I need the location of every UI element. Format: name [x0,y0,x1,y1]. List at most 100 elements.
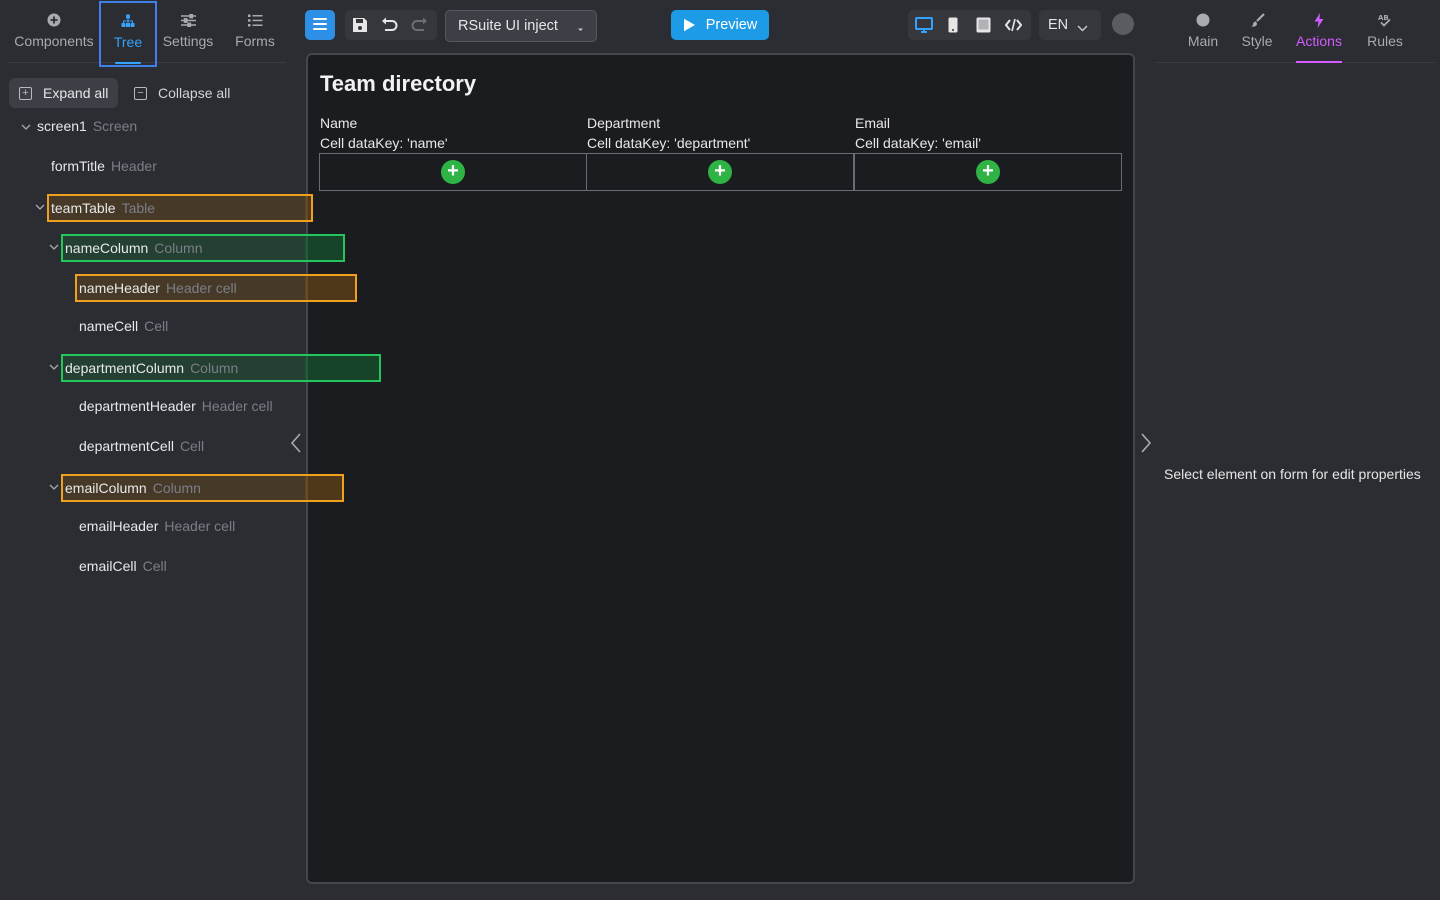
table-column-email[interactable]: Email Cell dataKey: 'email' + [854,113,1122,191]
tab-settings[interactable]: Settings [158,0,218,63]
collapse-all-button[interactable]: − Collapse all [126,78,246,108]
tree-highlight-overflow [305,474,344,502]
form-canvas[interactable]: Team directory Name Cell dataKey: 'name'… [306,53,1135,884]
tree-highlight-overflow [305,194,313,222]
menu-button[interactable] [305,10,335,40]
tab-forms[interactable]: Forms [226,0,284,63]
properties-empty-hint: Select element on form for edit properti… [1164,466,1421,482]
tree-node-nameColumn[interactable]: nameColumn Column [61,234,345,262]
collapse-right-panel-icon[interactable] [1138,432,1154,454]
tree-node-screen1[interactable]: screen1 Screen [37,113,137,139]
tree-node-teamTable[interactable]: teamTable Table [47,194,313,222]
plus-circle-icon [47,12,61,28]
chevron-down-icon[interactable] [49,242,59,252]
right-tab-bar: Main Style Actions AB Rules [1155,0,1435,63]
tree-node-type: Header [110,158,157,174]
left-tab-bar: Components Tree Settings Forms [8,0,286,67]
chevron-down-icon[interactable] [35,202,45,212]
chevron-down-icon[interactable] [21,122,31,132]
tree-node-type: Header cell [201,398,273,414]
active-tab-indicator [1296,61,1342,63]
tree-node-emailHeader[interactable]: emailHeader Header cell [79,513,235,539]
tree-node-type: Cell [144,318,169,334]
collapse-left-panel-icon[interactable] [288,432,304,454]
column-cell-key[interactable]: Cell dataKey: 'name' [319,133,587,153]
column-drop-zone: + [854,153,1122,191]
form-title[interactable]: Team directory [320,71,476,97]
tree-node-type: Column [190,360,239,376]
tree-node-name: teamTable [51,200,116,216]
column-cell-key[interactable]: Cell dataKey: 'email' [854,133,1122,153]
tab-components[interactable]: Components [8,0,100,63]
tree-node-type: Cell [142,558,167,574]
hamburger-icon [313,17,327,33]
tab-tree[interactable]: Tree [99,1,157,67]
tab-main[interactable]: Main [1182,0,1224,63]
undo-icon[interactable] [381,17,398,36]
tab-actions[interactable]: Actions [1296,0,1342,63]
tree-node-name: screen1 [37,118,87,134]
language-value: EN [1048,17,1069,33]
tree-highlight-overflow [305,274,357,302]
tree-node-name: departmentColumn [65,360,185,376]
add-icon[interactable]: + [708,160,732,184]
tab-label: Components [14,33,94,49]
theme-toggle[interactable] [1109,10,1137,40]
tree-node-emailCell[interactable]: emailCell Cell [79,553,167,579]
chevron-down-icon[interactable] [49,482,59,492]
tab-label: Settings [162,33,214,49]
tree-node-name: emailCell [79,558,137,574]
form-select[interactable]: RSuite UI inject [445,10,597,42]
active-tab-indicator [115,62,141,64]
tab-label: Style [1241,33,1273,49]
tree-node-emailColumn[interactable]: emailColumn Column [61,474,344,502]
column-header[interactable]: Department [586,113,854,133]
language-select[interactable]: EN [1039,10,1101,40]
code-icon[interactable] [1004,17,1023,36]
device-toolbar [908,10,1031,40]
tab-style[interactable]: Style [1239,0,1275,63]
sliders-icon [180,12,196,28]
column-cell-key[interactable]: Cell dataKey: 'department' [586,133,854,153]
expand-all-button[interactable]: + Expand all [9,78,118,108]
tree-node-departmentCell[interactable]: departmentCell Cell [79,433,204,459]
add-icon[interactable]: + [976,160,1000,184]
tree-node-name: nameCell [79,318,139,334]
tab-label: Actions [1296,33,1342,49]
rules-icon: AB [1377,12,1393,28]
tree-highlight-overflow [305,354,381,382]
mobile-icon[interactable] [948,17,958,36]
preview-label: Preview [705,17,758,33]
column-drop-zone: + [319,153,587,191]
tree-node-nameCell[interactable]: nameCell Cell [79,313,168,339]
tab-rules[interactable]: AB Rules [1364,0,1406,63]
add-icon[interactable]: + [441,160,465,184]
moon-icon [1111,12,1135,39]
chevron-down-icon[interactable] [49,362,59,372]
column-drop-zone: + [586,153,854,191]
table-column-department[interactable]: Department Cell dataKey: 'department' + [586,113,854,191]
sitemap-icon [121,13,135,29]
column-header[interactable]: Name [319,113,587,133]
tree-node-type: Cell [179,438,205,454]
tab-label: Forms [235,33,275,49]
tree-node-type: Header cell [164,518,236,534]
preview-button[interactable]: Preview [671,10,769,40]
save-icon[interactable] [352,17,368,36]
tree-node-name: emailColumn [65,480,147,496]
tree-node-departmentHeader[interactable]: departmentHeader Header cell [79,393,273,419]
left-panel: Components Tree Settings Forms + Expand … [0,0,381,900]
caret-down-icon [577,21,584,37]
tree-node-name: nameColumn [65,240,149,256]
tree-node-name: emailHeader [79,518,159,534]
tree-highlight-overflow [305,234,345,262]
column-header[interactable]: Email [854,113,1122,133]
tab-label: Tree [113,34,143,50]
tree-node-formTitle[interactable]: formTitle Header [51,153,157,179]
tree-node-type: Table [121,200,156,216]
redo-icon[interactable] [411,17,428,36]
history-toolbar [345,10,437,40]
table-column-name[interactable]: Name Cell dataKey: 'name' + [319,113,587,191]
tablet-icon[interactable] [976,17,991,36]
desktop-icon[interactable] [915,17,933,36]
